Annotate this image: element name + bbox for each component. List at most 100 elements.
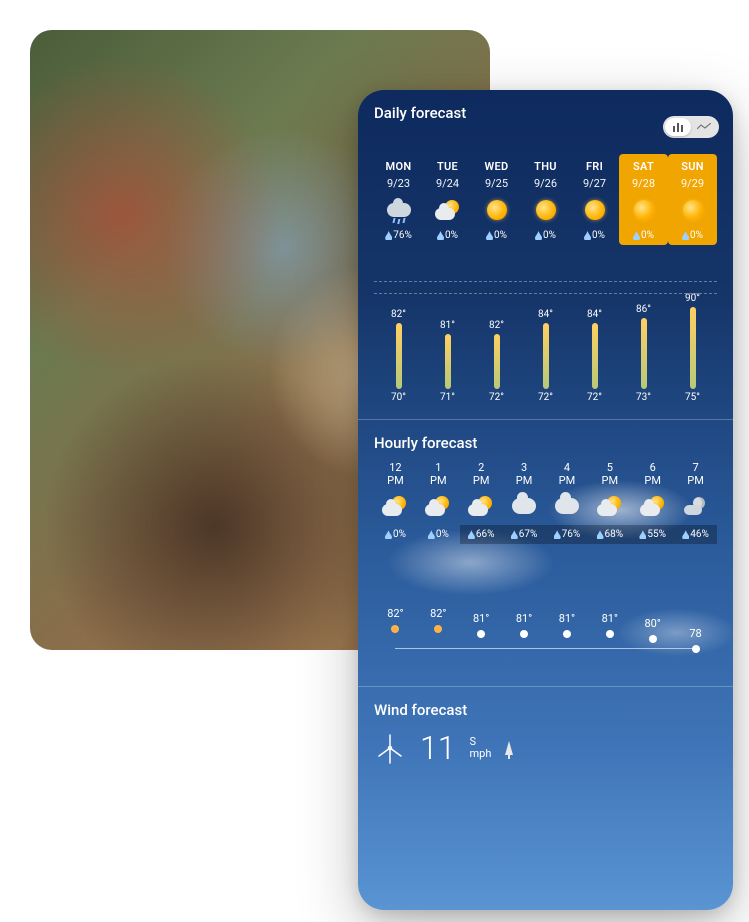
day-precip: 76%: [374, 230, 423, 241]
hour-temp-dot: [434, 625, 442, 633]
hour-label: 6PM: [631, 462, 674, 487]
day-column[interactable]: SUN9/290%: [668, 154, 717, 245]
hour-temp-dot: [563, 630, 571, 638]
day-date: 9/24: [423, 177, 472, 190]
day-column[interactable]: TUE9/240%: [423, 154, 472, 245]
temp-range-bar: [445, 334, 451, 389]
day-high-temp: 84°: [587, 309, 602, 320]
hour-column[interactable]: 6PM: [631, 462, 674, 519]
day-date: 9/29: [668, 177, 717, 190]
day-condition-icon-slot: [472, 196, 521, 224]
toggle-line-icon: [691, 123, 717, 131]
temp-range-bar: [641, 318, 647, 390]
drop-icon: [428, 530, 435, 539]
day-date: 9/28: [619, 177, 668, 190]
hour-label: 12PM: [374, 462, 417, 487]
hour-temp-value: 81°: [559, 612, 575, 625]
hour-column[interactable]: 3PM: [503, 462, 546, 519]
day-date: 9/27: [570, 177, 619, 190]
hour-label: 4PM: [546, 462, 589, 487]
day-column[interactable]: SAT9/280%: [619, 154, 668, 245]
partly-icon: [425, 496, 451, 516]
wind-speed-value: 11: [420, 729, 456, 767]
hour-temp-value: 80°: [644, 617, 660, 630]
day-of-week: SUN: [668, 160, 717, 173]
temp-bar-column: 86°73°: [619, 263, 668, 403]
day-low-temp: 72°: [587, 392, 602, 403]
day-condition-icon-slot: [374, 196, 423, 224]
daily-forecast-section: Daily forecast MON9/2376%TUE9/240%WED9/2…: [358, 90, 733, 420]
drop-icon: [633, 231, 640, 240]
temp-bar-column: 81° 71°: [423, 263, 472, 403]
hour-column[interactable]: 5PM: [588, 462, 631, 519]
day-high-temp: 81°: [440, 320, 455, 331]
drop-icon: [385, 231, 392, 240]
toggle-bars-icon: [665, 118, 691, 136]
cloudy-icon: [512, 498, 536, 514]
hour-label: 3PM: [503, 462, 546, 487]
day-of-week: SAT: [619, 160, 668, 173]
day-column[interactable]: THU9/260%: [521, 154, 570, 245]
partly-icon: [468, 496, 494, 516]
day-column[interactable]: WED9/250%: [472, 154, 521, 245]
hour-temp-value: 82°: [430, 607, 446, 620]
day-precip: 0%: [423, 230, 472, 241]
hour-label: 1PM: [417, 462, 460, 487]
day-of-week: THU: [521, 160, 570, 173]
hour-temp-value: 81°: [602, 612, 618, 625]
day-date: 9/23: [374, 177, 423, 190]
hour-column[interactable]: 7PM: [674, 462, 717, 519]
hour-temp-dot: [391, 625, 399, 633]
daily-view-toggle[interactable]: [663, 116, 719, 138]
rainy-icon: [387, 203, 411, 217]
drop-icon: [486, 231, 493, 240]
hour-precip: 66%: [460, 525, 503, 544]
hour-temp-dot: [692, 645, 700, 653]
hour-temp-column: 82°: [374, 560, 417, 670]
sun-icon: [487, 200, 507, 220]
hour-precip: 46%: [674, 525, 717, 544]
hour-condition-icon-slot: [460, 493, 503, 519]
hour-temp-value: 82°: [387, 607, 403, 620]
drop-icon: [584, 231, 591, 240]
sun-icon: [634, 200, 654, 220]
hour-temp-column: 81°: [503, 560, 546, 670]
temp-bar-column: 84° 72°: [570, 263, 619, 403]
day-condition-icon-slot: [521, 196, 570, 224]
sun-icon: [683, 200, 703, 220]
hour-temp-column: 81°: [460, 560, 503, 670]
day-low-temp: 73°: [636, 392, 651, 403]
hour-condition-icon-slot: [374, 493, 417, 519]
hour-temp-column: 81°: [546, 560, 589, 670]
hour-temp-dot: [649, 635, 657, 643]
wind-turbine-icon: [374, 732, 406, 764]
day-condition-icon-slot: [423, 196, 472, 224]
hour-precip: 68%: [588, 525, 631, 544]
temp-bar-column: 90°75°: [668, 263, 717, 403]
daily-columns: MON9/2376%TUE9/240%WED9/250%THU9/260%FRI…: [374, 154, 717, 245]
hour-column[interactable]: 12PM: [374, 462, 417, 519]
day-precip: 0%: [570, 230, 619, 241]
partly-icon: [435, 200, 461, 220]
hour-column[interactable]: 1PM: [417, 462, 460, 519]
drop-icon: [639, 530, 646, 539]
wind-forecast-section: Wind forecast 11 S mph: [358, 687, 733, 783]
temp-range-bar: [690, 307, 696, 390]
hour-condition-icon-slot: [546, 493, 589, 519]
day-high-temp: 90°: [685, 293, 700, 304]
day-low-temp: 71°: [440, 392, 455, 403]
hour-column[interactable]: 4PM: [546, 462, 589, 519]
hour-temp-value: 81°: [516, 612, 532, 625]
day-date: 9/26: [521, 177, 570, 190]
hour-label: 5PM: [588, 462, 631, 487]
hour-temp-dot: [606, 630, 614, 638]
day-column[interactable]: FRI9/270%: [570, 154, 619, 245]
hour-condition-icon-slot: [503, 493, 546, 519]
temp-range-bar: [543, 323, 549, 389]
wind-direction-arrow-icon: [505, 741, 513, 755]
sun-icon: [585, 200, 605, 220]
day-column[interactable]: MON9/2376%: [374, 154, 423, 245]
hour-precip: 55%: [631, 525, 674, 544]
hour-temp-dot: [520, 630, 528, 638]
hour-column[interactable]: 2PM: [460, 462, 503, 519]
